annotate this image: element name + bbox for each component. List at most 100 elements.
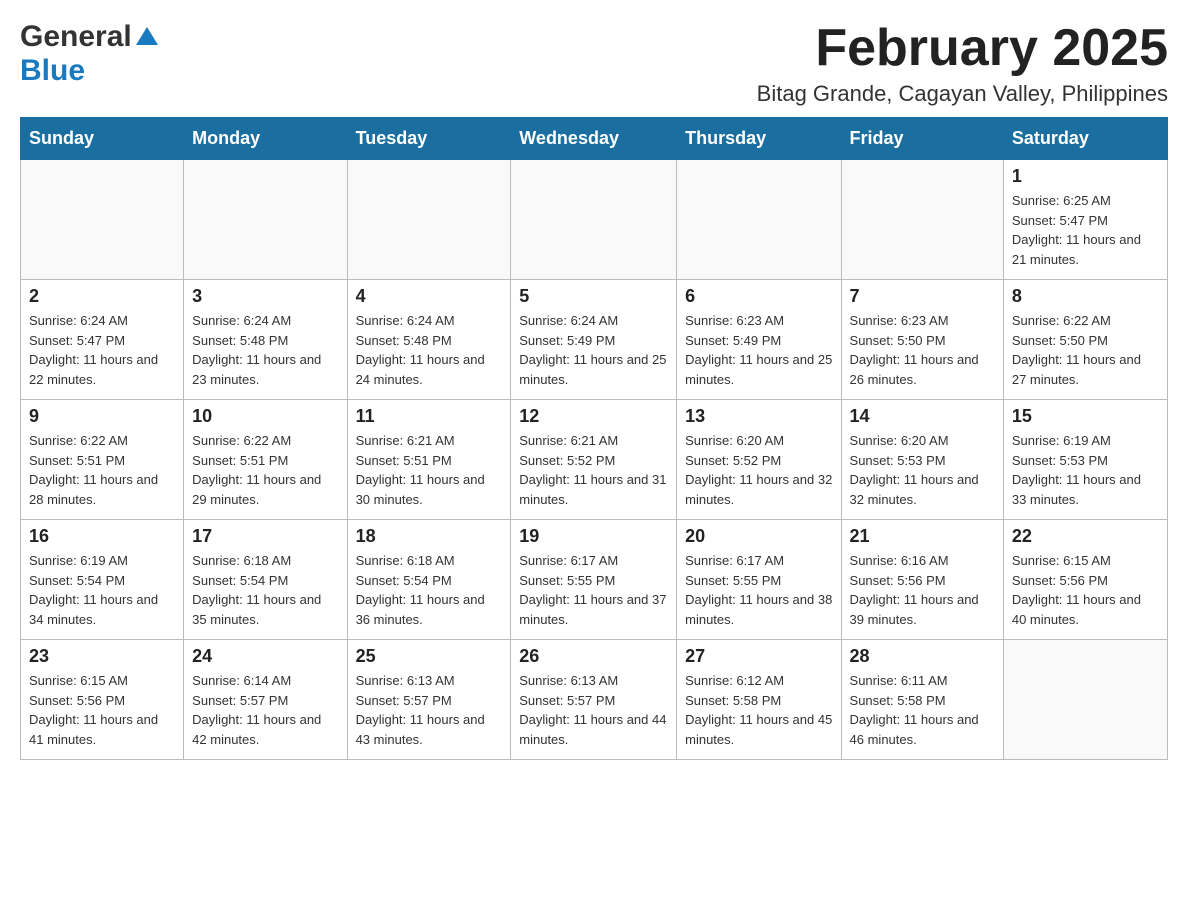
- day-number: 24: [192, 646, 338, 667]
- day-number: 26: [519, 646, 668, 667]
- day-number: 10: [192, 406, 338, 427]
- calendar-day: 25 Sunrise: 6:13 AM Sunset: 5:57 PM Dayli…: [347, 640, 511, 760]
- calendar-day: [184, 160, 347, 280]
- day-info: Sunrise: 6:16 AM Sunset: 5:56 PM Dayligh…: [850, 551, 995, 629]
- calendar-day: [21, 160, 184, 280]
- day-info: Sunrise: 6:13 AM Sunset: 5:57 PM Dayligh…: [356, 671, 503, 749]
- day-info: Sunrise: 6:24 AM Sunset: 5:47 PM Dayligh…: [29, 311, 175, 389]
- day-number: 9: [29, 406, 175, 427]
- day-number: 1: [1012, 166, 1159, 187]
- calendar-day: 6 Sunrise: 6:23 AM Sunset: 5:49 PM Daylig…: [677, 280, 841, 400]
- calendar-week-row: 1 Sunrise: 6:25 AM Sunset: 5:47 PM Daylig…: [21, 160, 1168, 280]
- calendar-day: 19 Sunrise: 6:17 AM Sunset: 5:55 PM Dayli…: [511, 520, 677, 640]
- calendar-day: 13 Sunrise: 6:20 AM Sunset: 5:52 PM Dayli…: [677, 400, 841, 520]
- calendar-day: [347, 160, 511, 280]
- day-number: 11: [356, 406, 503, 427]
- day-number: 23: [29, 646, 175, 667]
- day-info: Sunrise: 6:20 AM Sunset: 5:52 PM Dayligh…: [685, 431, 832, 509]
- day-info: Sunrise: 6:20 AM Sunset: 5:53 PM Dayligh…: [850, 431, 995, 509]
- day-info: Sunrise: 6:21 AM Sunset: 5:51 PM Dayligh…: [356, 431, 503, 509]
- logo-blue-text: Blue: [20, 54, 85, 87]
- calendar-day: 22 Sunrise: 6:15 AM Sunset: 5:56 PM Dayli…: [1003, 520, 1167, 640]
- logo-general-text: General: [20, 20, 132, 54]
- calendar-day: 1 Sunrise: 6:25 AM Sunset: 5:47 PM Daylig…: [1003, 160, 1167, 280]
- day-info: Sunrise: 6:18 AM Sunset: 5:54 PM Dayligh…: [192, 551, 338, 629]
- day-info: Sunrise: 6:12 AM Sunset: 5:58 PM Dayligh…: [685, 671, 832, 749]
- day-number: 18: [356, 526, 503, 547]
- logo: General Blue: [20, 20, 158, 88]
- calendar-day: 24 Sunrise: 6:14 AM Sunset: 5:57 PM Dayli…: [184, 640, 347, 760]
- calendar-day: 5 Sunrise: 6:24 AM Sunset: 5:49 PM Daylig…: [511, 280, 677, 400]
- calendar-day: 21 Sunrise: 6:16 AM Sunset: 5:56 PM Dayli…: [841, 520, 1003, 640]
- calendar-day: [511, 160, 677, 280]
- day-number: 28: [850, 646, 995, 667]
- calendar-day: 17 Sunrise: 6:18 AM Sunset: 5:54 PM Dayli…: [184, 520, 347, 640]
- page-header: General Blue February 2025 Bitag Grande,…: [20, 20, 1168, 107]
- calendar-day: 8Sunrise: 6:22 AM Sunset: 5:50 PM Daylig…: [1003, 280, 1167, 400]
- day-info: Sunrise: 6:11 AM Sunset: 5:58 PM Dayligh…: [850, 671, 995, 749]
- day-number: 22: [1012, 526, 1159, 547]
- location-title: Bitag Grande, Cagayan Valley, Philippine…: [757, 81, 1168, 107]
- logo-icon: [136, 27, 158, 50]
- calendar-table: Sunday Monday Tuesday Wednesday Thursday…: [20, 117, 1168, 760]
- day-info: Sunrise: 6:24 AM Sunset: 5:49 PM Dayligh…: [519, 311, 668, 389]
- calendar-day: [677, 160, 841, 280]
- calendar-day: 12 Sunrise: 6:21 AM Sunset: 5:52 PM Dayli…: [511, 400, 677, 520]
- day-number: 15: [1012, 406, 1159, 427]
- calendar-day: [841, 160, 1003, 280]
- day-number: 5: [519, 286, 668, 307]
- day-info: Sunrise: 6:22 AM Sunset: 5:51 PM Dayligh…: [29, 431, 175, 509]
- day-info: Sunrise: 6:17 AM Sunset: 5:55 PM Dayligh…: [519, 551, 668, 629]
- day-info: Sunrise: 6:13 AM Sunset: 5:57 PM Dayligh…: [519, 671, 668, 749]
- day-number: 14: [850, 406, 995, 427]
- calendar-day: 23 Sunrise: 6:15 AM Sunset: 5:56 PM Dayli…: [21, 640, 184, 760]
- day-info: Sunrise: 6:23 AM Sunset: 5:50 PM Dayligh…: [850, 311, 995, 389]
- calendar-day: 11 Sunrise: 6:21 AM Sunset: 5:51 PM Dayli…: [347, 400, 511, 520]
- header-wednesday: Wednesday: [511, 118, 677, 160]
- day-info: Sunrise: 6:25 AM Sunset: 5:47 PM Dayligh…: [1012, 191, 1159, 269]
- day-info: Sunrise: 6:15 AM Sunset: 5:56 PM Dayligh…: [29, 671, 175, 749]
- day-info: Sunrise: 6:23 AM Sunset: 5:49 PM Dayligh…: [685, 311, 832, 389]
- calendar-week-row: 16Sunrise: 6:19 AM Sunset: 5:54 PM Dayli…: [21, 520, 1168, 640]
- header-tuesday: Tuesday: [347, 118, 511, 160]
- calendar-header-row: Sunday Monday Tuesday Wednesday Thursday…: [21, 118, 1168, 160]
- day-number: 21: [850, 526, 995, 547]
- day-info: Sunrise: 6:21 AM Sunset: 5:52 PM Dayligh…: [519, 431, 668, 509]
- calendar-day: 15 Sunrise: 6:19 AM Sunset: 5:53 PM Dayli…: [1003, 400, 1167, 520]
- title-section: February 2025 Bitag Grande, Cagayan Vall…: [757, 20, 1168, 107]
- header-sunday: Sunday: [21, 118, 184, 160]
- day-number: 8: [1012, 286, 1159, 307]
- month-title: February 2025: [757, 20, 1168, 77]
- day-number: 17: [192, 526, 338, 547]
- day-info: Sunrise: 6:19 AM Sunset: 5:53 PM Dayligh…: [1012, 431, 1159, 509]
- day-number: 20: [685, 526, 832, 547]
- calendar-day: [1003, 640, 1167, 760]
- day-number: 12: [519, 406, 668, 427]
- day-number: 25: [356, 646, 503, 667]
- day-number: 7: [850, 286, 995, 307]
- calendar-day: 28 Sunrise: 6:11 AM Sunset: 5:58 PM Dayli…: [841, 640, 1003, 760]
- day-number: 6: [685, 286, 832, 307]
- calendar-week-row: 9 Sunrise: 6:22 AM Sunset: 5:51 PM Daylig…: [21, 400, 1168, 520]
- header-monday: Monday: [184, 118, 347, 160]
- day-number: 16: [29, 526, 175, 547]
- day-info: Sunrise: 6:24 AM Sunset: 5:48 PM Dayligh…: [356, 311, 503, 389]
- day-number: 27: [685, 646, 832, 667]
- calendar-day: 7 Sunrise: 6:23 AM Sunset: 5:50 PM Daylig…: [841, 280, 1003, 400]
- day-info: Sunrise: 6:22 AM Sunset: 5:51 PM Dayligh…: [192, 431, 338, 509]
- calendar-day: 16Sunrise: 6:19 AM Sunset: 5:54 PM Dayli…: [21, 520, 184, 640]
- day-info: Sunrise: 6:14 AM Sunset: 5:57 PM Dayligh…: [192, 671, 338, 749]
- day-info: Sunrise: 6:24 AM Sunset: 5:48 PM Dayligh…: [192, 311, 338, 389]
- day-info: Sunrise: 6:15 AM Sunset: 5:56 PM Dayligh…: [1012, 551, 1159, 629]
- calendar-day: 18Sunrise: 6:18 AM Sunset: 5:54 PM Dayli…: [347, 520, 511, 640]
- calendar-day: 14 Sunrise: 6:20 AM Sunset: 5:53 PM Dayli…: [841, 400, 1003, 520]
- calendar-day: 4Sunrise: 6:24 AM Sunset: 5:48 PM Daylig…: [347, 280, 511, 400]
- header-friday: Friday: [841, 118, 1003, 160]
- day-number: 19: [519, 526, 668, 547]
- header-saturday: Saturday: [1003, 118, 1167, 160]
- calendar-day: 2 Sunrise: 6:24 AM Sunset: 5:47 PM Daylig…: [21, 280, 184, 400]
- day-number: 2: [29, 286, 175, 307]
- day-number: 3: [192, 286, 338, 307]
- calendar-week-row: 23 Sunrise: 6:15 AM Sunset: 5:56 PM Dayli…: [21, 640, 1168, 760]
- day-number: 13: [685, 406, 832, 427]
